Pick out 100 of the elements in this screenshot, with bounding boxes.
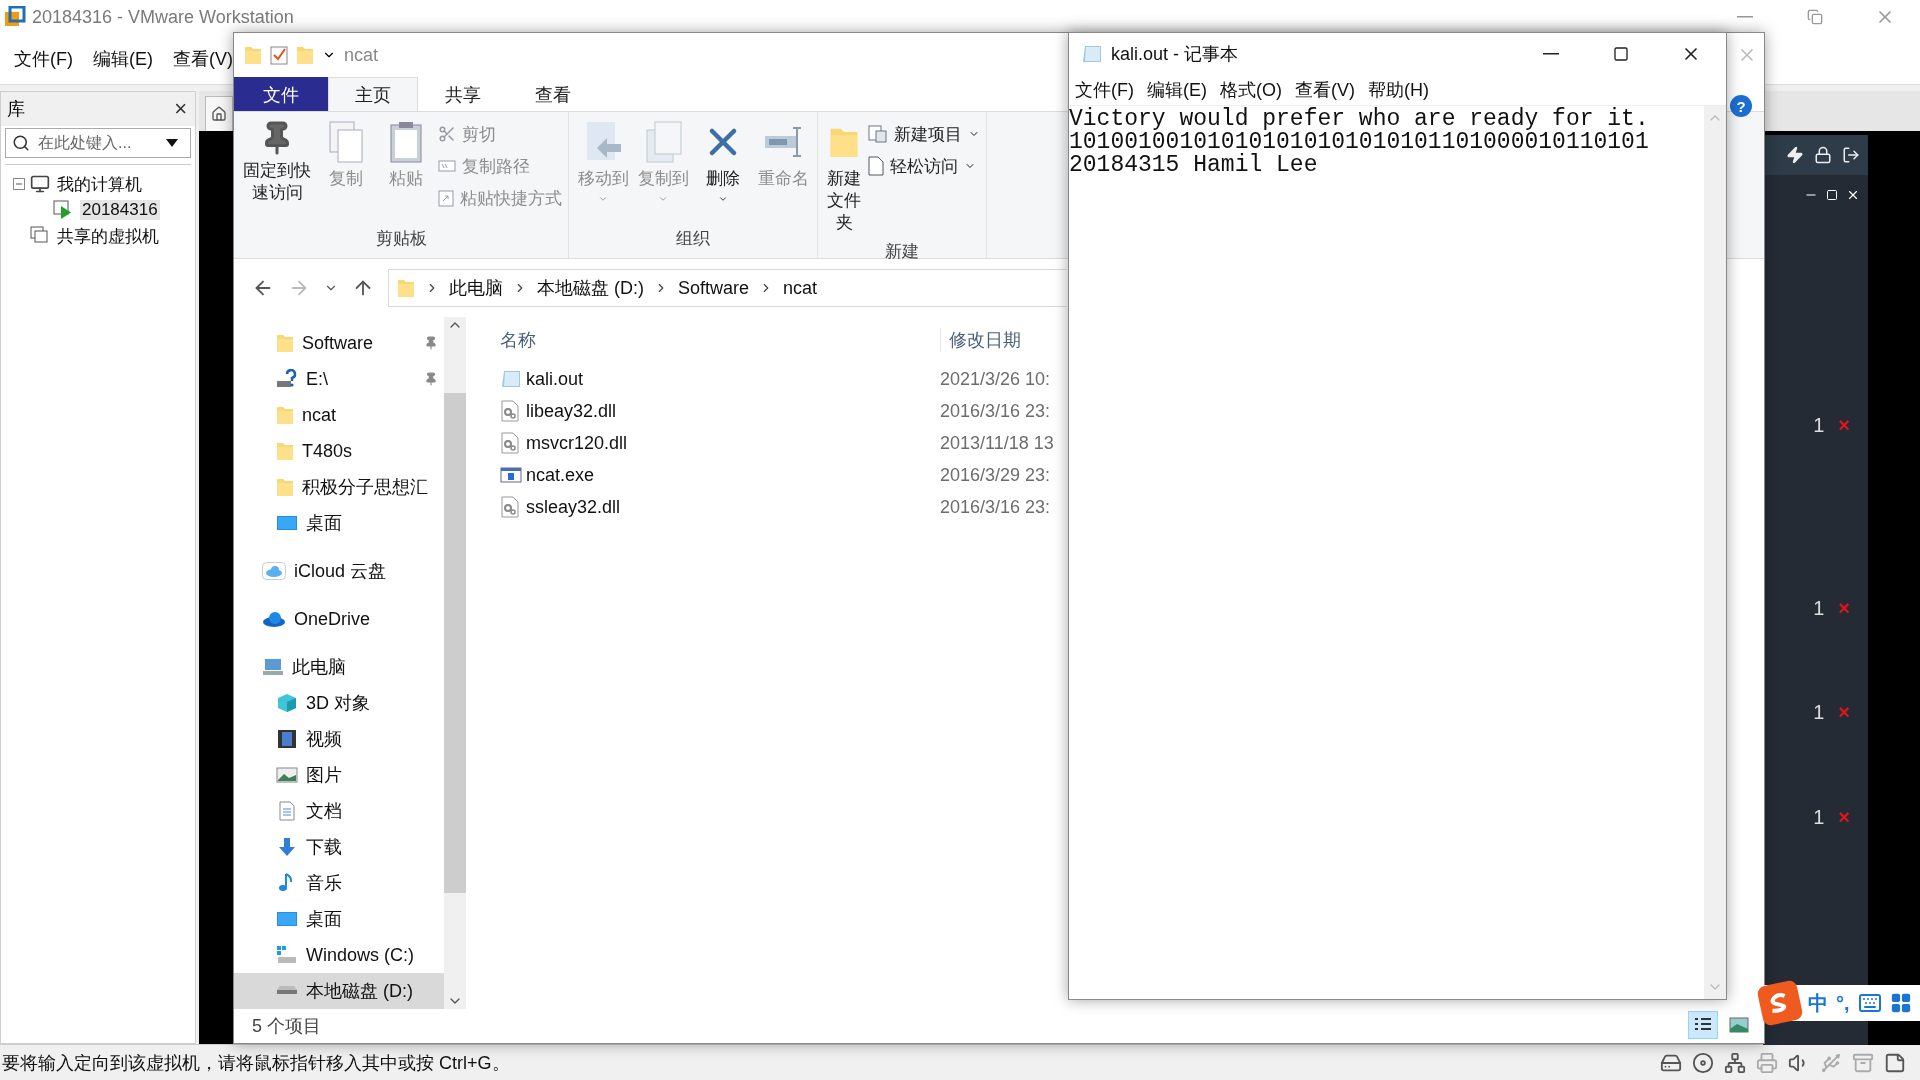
window-title: kali.out - 记事本 <box>1111 43 1239 66</box>
folder-icon <box>397 278 415 298</box>
nav-item[interactable]: 3D 对象 <box>234 685 444 721</box>
ribbon-tab[interactable]: 文件 <box>234 77 328 111</box>
breadcrumb-item[interactable]: 此电脑 <box>449 276 503 300</box>
help-button[interactable]: ? <box>1730 95 1752 117</box>
logout-icon <box>1842 146 1860 164</box>
text-line: 20184315 Hamil Lee <box>1069 154 1318 177</box>
tree-item[interactable]: 20184316 <box>80 200 160 220</box>
nav-item[interactable]: 音乐 <box>234 865 444 901</box>
error-mark: × <box>1838 701 1850 724</box>
nav-item[interactable]: 此电脑 <box>234 649 444 685</box>
home-icon <box>211 106 227 122</box>
details-view-button[interactable] <box>1688 1011 1718 1039</box>
nav-item[interactable]: 文档 <box>234 793 444 829</box>
new-folder-icon <box>296 45 314 65</box>
restore-icon <box>1807 9 1823 25</box>
file-name[interactable]: msvcr120.dll <box>526 432 628 454</box>
ribbon-button[interactable]: 新建文件夹 <box>824 120 864 234</box>
nav-item[interactable]: iCloud 云盘 <box>234 553 444 589</box>
menu-item[interactable]: 文件(F) <box>1075 78 1134 102</box>
keyboard-icon[interactable] <box>1857 991 1882 1015</box>
minimize-icon <box>1543 53 1559 55</box>
desktop-icon <box>276 909 298 929</box>
language-mode[interactable]: 中 <box>1808 989 1828 1017</box>
ribbon-button[interactable]: 删除 <box>695 120 751 221</box>
removable-drive-icon <box>276 369 298 389</box>
shared-vm-icon <box>30 226 50 246</box>
collapse-toggle[interactable] <box>13 178 25 190</box>
nav-item[interactable]: Windows (C:) <box>234 937 444 973</box>
home-tab[interactable] <box>205 96 233 131</box>
column-header[interactable]: 修改日期 <box>940 328 1021 352</box>
new-item-icon <box>868 125 888 143</box>
ribbon-button[interactable]: 轻松访问 <box>868 152 980 180</box>
ribbon-button[interactable]: 新建项目 <box>868 120 980 148</box>
address-bar[interactable]: 此电脑 本地磁盘 (D:) Software ncat <box>388 269 1067 307</box>
ribbon-button[interactable]: 固定到快速访问 <box>240 120 314 221</box>
nav-item[interactable]: 本地磁盘 (D:) <box>234 973 444 1009</box>
file-name[interactable]: libeay32.dll <box>526 400 617 422</box>
download-arrow-icon <box>276 837 298 857</box>
nav-item[interactable]: 图片 <box>234 757 444 793</box>
group-label: 剪贴板 <box>374 228 428 250</box>
vmware-logo-icon <box>4 6 26 28</box>
cloud-icon <box>262 611 286 627</box>
ribbon-tab[interactable]: 主页 <box>328 77 418 111</box>
notepad-icon <box>1081 43 1103 65</box>
menu-item[interactable]: 帮助(H) <box>1368 78 1429 102</box>
breadcrumb-item[interactable]: ncat <box>783 277 818 299</box>
nav-item[interactable]: T480s <box>234 433 444 469</box>
menu-item[interactable]: 查看(V) <box>1295 78 1355 102</box>
drive-icon <box>276 986 298 996</box>
monitor-icon <box>30 174 50 194</box>
breadcrumb-item[interactable]: 本地磁盘 (D:) <box>537 276 644 300</box>
punctuation-mode[interactable]: °, <box>1836 991 1850 1015</box>
file-name[interactable]: kali.out <box>526 368 584 390</box>
close-icon <box>1846 188 1860 202</box>
nav-item[interactable]: 桌面 <box>234 505 444 541</box>
document-icon <box>868 156 884 176</box>
nav-item[interactable]: ncat <box>234 397 444 433</box>
nav-item[interactable]: E:\ <box>234 361 444 397</box>
menu-item[interactable]: 文件(F) <box>14 47 73 71</box>
column-header[interactable]: 名称 <box>484 328 940 352</box>
disc-icon <box>1692 1051 1714 1074</box>
file-date: 2016/3/16 23: <box>940 496 1051 518</box>
film-icon <box>276 729 298 749</box>
breadcrumb-item[interactable]: Software <box>678 277 750 299</box>
toolbox-icon[interactable] <box>1889 992 1912 1014</box>
nav-item[interactable]: Software <box>234 325 444 361</box>
document-icon <box>276 801 298 821</box>
desktop-icon <box>276 513 298 533</box>
application-icon <box>500 465 522 485</box>
search-field[interactable]: 在此处键入... <box>5 128 191 158</box>
scissors-icon <box>438 125 456 143</box>
nav-item[interactable]: 视频 <box>234 721 444 757</box>
menu-item[interactable]: 格式(O) <box>1220 78 1282 102</box>
folder-icon <box>276 477 294 497</box>
group-label: 新建 <box>884 241 920 263</box>
menu-item[interactable]: 编辑(E) <box>1147 78 1207 102</box>
text-line: Victory would prefer who are ready for it. <box>1069 108 1649 131</box>
file-name[interactable]: ncat.exe <box>526 464 595 486</box>
file-name[interactable]: ssleay32.dll <box>526 496 621 518</box>
count-label: 1 <box>1813 597 1825 620</box>
file-date: 2013/11/18 13 <box>940 432 1054 454</box>
nav-item[interactable]: 积极分子思想汇 <box>234 469 444 505</box>
gear-file-icon <box>500 400 520 422</box>
status-text: 要将输入定向到该虚拟机，请将鼠标指针移入其中或按 Ctrl+G。 <box>2 1051 510 1075</box>
nav-item[interactable]: OneDrive <box>234 601 444 637</box>
close-button[interactable]: × <box>174 96 187 122</box>
power-icon <box>1786 146 1804 164</box>
window-title: 20184316 - VMware Workstation <box>32 6 294 28</box>
menu-item[interactable]: 编辑(E) <box>93 47 153 71</box>
tree-item[interactable]: 我的计算机 <box>55 172 144 196</box>
menu-item[interactable]: 查看(V) <box>173 47 233 71</box>
nav-item[interactable]: 桌面 <box>234 901 444 937</box>
tree-item[interactable]: 共享的虚拟机 <box>55 224 161 248</box>
count-label: 1 <box>1813 701 1825 724</box>
dropdown-caret-icon <box>598 194 608 204</box>
folder-icon <box>244 45 262 65</box>
count-label: 1 <box>1813 414 1825 437</box>
nav-item[interactable]: 下载 <box>234 829 444 865</box>
